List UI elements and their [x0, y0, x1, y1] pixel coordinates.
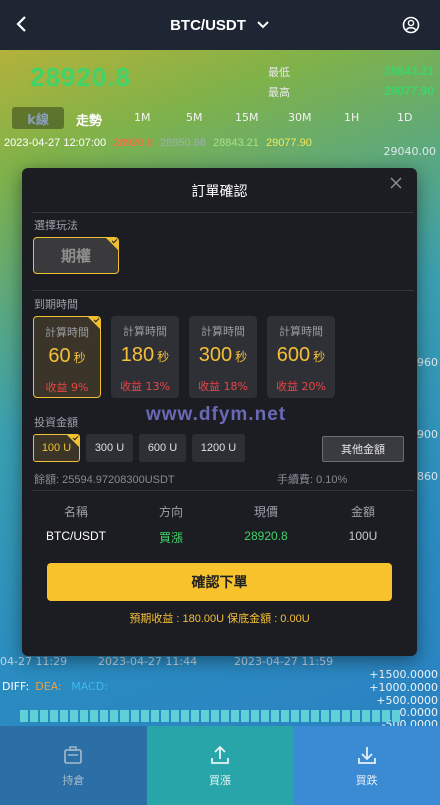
play-type-label: 選擇玩法 [34, 219, 78, 232]
period-value: 60 秒 [48, 345, 86, 367]
period-value: 300 秒 [198, 344, 248, 366]
briefcase-icon [64, 745, 83, 764]
nav-buy-down-label: 買跌 [355, 773, 378, 787]
bottom-nav: 持倉 買漲 買跌 [0, 726, 440, 805]
candle-close: 28950.68 [160, 137, 206, 149]
table-cell: BTC/USDT [46, 529, 106, 543]
amount-option-600[interactable]: 600 U [139, 434, 186, 462]
macd-axis-label: +1500.0000 [369, 668, 438, 681]
nav-hold-label: 持倉 [62, 773, 85, 787]
nav-hold-button[interactable]: 持倉 [0, 726, 147, 805]
period-value: 180 秒 [120, 344, 170, 366]
tab-1m[interactable]: 1M [134, 111, 151, 124]
time-axis-label: 04-27 11:29 [0, 655, 68, 668]
current-price: 28920.8 [30, 62, 131, 92]
user-icon[interactable] [402, 16, 420, 34]
expiry-label: 到期時間 [34, 298, 78, 311]
play-option-label: 期權 [60, 247, 91, 265]
divider [32, 490, 414, 491]
high-label: 最高 [268, 86, 290, 99]
table-cell: 28920.8 [244, 529, 288, 543]
low-value: 28843.21 [383, 64, 434, 78]
watermark-text: www.dfym.net [146, 404, 287, 425]
candle-info: 2023-04-27 12:07:00 28920.8 28950.68 288… [4, 137, 316, 149]
nav-buy-down-button[interactable]: 買跌 [293, 726, 440, 805]
period-option-300[interactable]: 計算時間 300 秒 收益 18% [189, 316, 257, 398]
upload-arrow-icon [211, 745, 229, 764]
table-cell: 買漲 [158, 531, 183, 545]
amount-option-100[interactable]: 100 U [33, 434, 80, 462]
table-cell: 100U [348, 529, 378, 543]
table-header-cell: 金額 [350, 505, 375, 519]
check-icon [88, 317, 100, 329]
period-label: 計算時間 [123, 325, 167, 338]
check-icon [106, 238, 118, 250]
nav-buy-up-label: 買漲 [209, 773, 231, 787]
macd-legend: DIFF: DEA: MACD: [2, 680, 108, 693]
close-icon[interactable] [389, 176, 403, 190]
expected-summary: 預期收益 : 180.00U 保底金額 : 0.00U [129, 613, 310, 625]
amount-option-300[interactable]: 300 U [86, 434, 133, 462]
period-value: 600 秒 [276, 344, 326, 366]
candle-open: 28920.8 [113, 137, 153, 149]
time-axis-label: 2023-04-27 11:59 [234, 655, 334, 668]
confirm-order-button[interactable]: 確認下單 [47, 563, 392, 601]
table-header-cell: 名稱 [63, 505, 88, 519]
divider [32, 212, 414, 213]
period-profit: 收益 9% [45, 381, 89, 394]
high-value: 29077.90 [383, 84, 434, 98]
top-bar: BTC/USDT [0, 0, 440, 50]
period-option-600[interactable]: 計算時間 600 秒 收益 20% [267, 316, 335, 398]
amount-option-1200[interactable]: 1200 U [192, 434, 245, 462]
balance-text: 餘額: 25594.97208300USDT [34, 474, 175, 486]
nav-buy-up-button[interactable]: 買漲 [146, 726, 294, 805]
tab-1d[interactable]: 1D [397, 111, 412, 124]
table-header-cell: 方向 [158, 505, 183, 519]
other-amount-button[interactable]: 其他金額 [322, 436, 404, 462]
chevron-down-icon[interactable] [256, 18, 270, 32]
diff-label: DIFF: [2, 680, 30, 693]
tab-5m[interactable]: 5M [186, 111, 203, 124]
fee-text: 手續費: 0.10% [277, 474, 348, 486]
price-header: 28920.8 最低 28843.21 最高 29077.90 [0, 50, 440, 106]
macd-label: MACD: [71, 680, 108, 693]
price-axis-label: 29040.00 [383, 145, 437, 158]
tab-30m[interactable]: 30M [288, 111, 312, 124]
period-label: 計算時間 [201, 325, 245, 338]
candle-high: 29077.90 [265, 137, 312, 149]
macd-histogram [20, 710, 400, 722]
tab-trend[interactable]: 走勢 [76, 110, 102, 129]
candle-datetime: 2023-04-27 12:07:00 [4, 137, 107, 149]
low-label: 最低 [268, 66, 290, 79]
period-profit: 收益 18% [198, 380, 248, 393]
table-header-cell: 現價 [253, 505, 278, 519]
play-option-options-button[interactable]: 期權 [33, 237, 119, 274]
period-label: 計算時間 [279, 325, 323, 338]
amount-option-label: 1200 U [200, 442, 237, 454]
check-icon [67, 435, 79, 447]
amount-label: 投資金額 [34, 416, 78, 429]
pair-title[interactable]: BTC/USDT [170, 17, 246, 34]
tab-15m[interactable]: 15M [235, 111, 259, 124]
period-option-180[interactable]: 計算時間 180 秒 收益 13% [111, 316, 179, 398]
dea-label: DEA: [35, 680, 66, 693]
macd-axis-label: +1000.0000 [369, 681, 438, 694]
time-axis: 04-27 11:29 2023-04-27 11:44 2023-04-27 … [0, 655, 440, 669]
amount-option-label: 300 U [94, 442, 125, 454]
amount-option-label: 600 U [147, 442, 178, 454]
tab-kline[interactable]: k線 [12, 107, 64, 129]
modal-title: 訂單確認 [191, 184, 248, 200]
period-option-60[interactable]: 計算時間 60 秒 收益 9% [33, 316, 101, 398]
divider [32, 290, 414, 291]
tab-1h[interactable]: 1H [344, 111, 359, 124]
back-arrow-icon[interactable] [12, 12, 32, 36]
candle-low: 28843.21 [213, 137, 259, 149]
period-profit: 收益 20% [276, 380, 326, 393]
time-axis-label: 2023-04-27 11:44 [98, 655, 198, 668]
download-arrow-icon [357, 746, 376, 764]
timeframe-bar: k線 走勢 1M 5M 15M 30M 1H 1D [0, 106, 440, 132]
period-profit: 收益 13% [120, 380, 170, 393]
